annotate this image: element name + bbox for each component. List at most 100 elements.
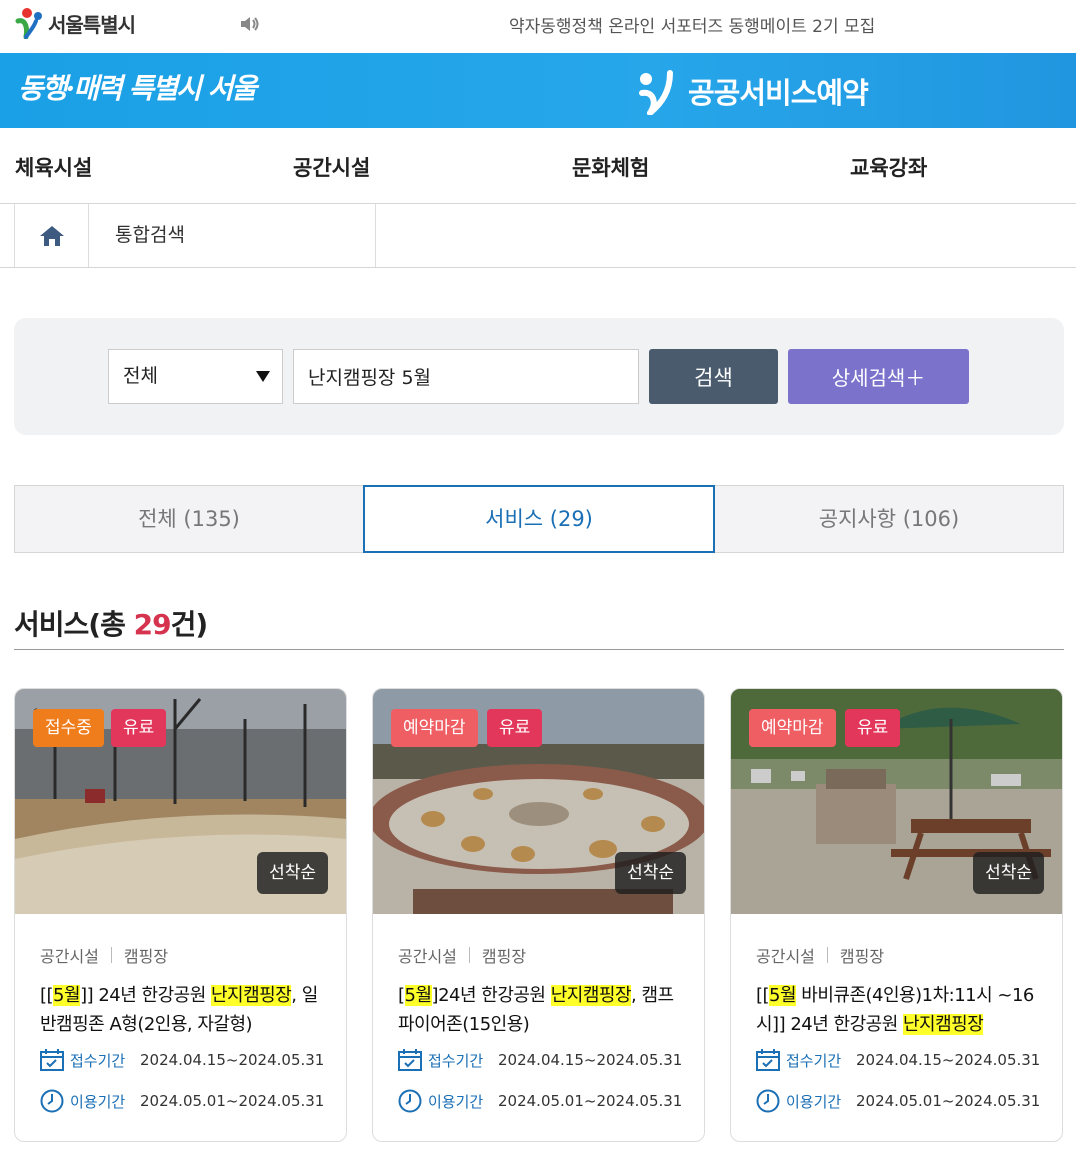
category-label: 공간시설 — [40, 947, 99, 966]
use-label: 이용기간 — [428, 1092, 484, 1111]
nav-item-sports[interactable]: 체육시설 — [15, 152, 92, 182]
category-divider — [468, 947, 470, 963]
card-title[interactable]: [[5월]] 24년 한강공원 난지캠핑장, 일반캠핑존 A형(2인용, 자갈형… — [40, 981, 330, 1039]
calendar-icon — [756, 1049, 780, 1071]
service-logo[interactable]: 공공서비스예약 — [636, 67, 869, 115]
title-highlight: 난지캠핑장 — [210, 985, 292, 1006]
use-period: 2024.05.01~2024.05.31 — [498, 1092, 683, 1110]
service-card[interactable]: 예약마감 유료 선착순 공간시설 캠핑장 [[5월 바비큐존(4인용)1차:11… — [730, 688, 1063, 1142]
order-badge: 선착순 — [257, 852, 328, 894]
order-badge: 선착순 — [615, 852, 686, 894]
card-category: 공간시설 캠핑장 — [756, 943, 884, 967]
use-period: 2024.05.01~2024.05.31 — [856, 1092, 1041, 1110]
use-period: 2024.05.01~2024.05.31 — [140, 1092, 325, 1110]
section-divider — [14, 649, 1064, 650]
advanced-search-button[interactable]: 상세검색＋ — [788, 349, 969, 404]
clock-icon — [40, 1089, 64, 1113]
category-select[interactable]: 전체 — [108, 349, 283, 404]
fee-badge: 유료 — [845, 709, 901, 747]
notice-ticker[interactable]: 약자동행정책 온라인 서포터즈 동행메이트 2기 모집 — [509, 12, 875, 37]
title-part: ]24년 한강공원 — [431, 985, 551, 1006]
breadcrumb: 통합검색 — [0, 204, 1076, 268]
use-period-row: 이용기간 2024.05.01~2024.05.31 — [40, 1089, 324, 1113]
nav-item-education[interactable]: 교육강좌 — [850, 152, 927, 182]
slogan: 동행·매력 특별시 서울 — [18, 72, 257, 105]
main-nav: 체육시설 공간시설 문화체험 교육강좌 — [0, 128, 1076, 204]
title-highlight: 난지캠핑장 — [550, 985, 632, 1006]
card-title[interactable]: [5월]24년 한강공원 난지캠핑장, 캠프파이어존(15인용) — [398, 981, 688, 1039]
category-label: 공간시설 — [398, 947, 457, 966]
apply-label: 접수기간 — [428, 1051, 484, 1070]
status-badge: 예약마감 — [749, 709, 836, 747]
dropdown-arrow-icon — [256, 371, 270, 382]
service-title: 공공서비스예약 — [688, 76, 869, 110]
subcategory-label: 캠핑장 — [123, 947, 169, 966]
card-photo: 예약마감 유료 선착순 — [731, 689, 1062, 914]
search-panel: 전체 검색 상세검색＋ — [14, 318, 1064, 435]
clock-icon — [398, 1089, 422, 1113]
title-highlight: 난지캠핑장 — [902, 1014, 984, 1035]
service-card[interactable]: 접수중 유료 선착순 공간시설 캠핑장 [[5월]] 24년 한강공원 난지캠핑… — [14, 688, 347, 1142]
speaker-icon[interactable] — [238, 14, 262, 34]
tab-notice[interactable]: 공지사항 (106) — [715, 486, 1063, 552]
clock-icon — [756, 1089, 780, 1113]
top-bar: 서울특별시 약자동행정책 온라인 서포터즈 동행메이트 2기 모집 — [0, 0, 1076, 53]
result-tabs: 전체 (135) 서비스 (29) 공지사항 (106) — [14, 485, 1064, 553]
status-badge: 접수중 — [33, 709, 104, 747]
fee-badge: 유료 — [487, 709, 543, 747]
card-photo: 예약마감 유료 선착순 — [373, 689, 704, 914]
calendar-icon — [398, 1049, 422, 1071]
home-icon — [39, 225, 64, 246]
apply-period: 2024.04.15~2024.05.31 — [856, 1051, 1041, 1069]
breadcrumb-current[interactable]: 통합검색 — [89, 204, 376, 267]
section-title: 서비스(총 29건) — [14, 603, 209, 643]
category-divider — [110, 947, 112, 963]
subcategory-label: 캠핑장 — [481, 947, 527, 966]
title-highlight: 5월 — [53, 985, 81, 1006]
tab-all[interactable]: 전체 (135) — [15, 486, 363, 552]
use-label: 이용기간 — [786, 1092, 842, 1111]
category-label: 공간시설 — [756, 947, 815, 966]
use-period-row: 이용기간 2024.05.01~2024.05.31 — [756, 1089, 1040, 1113]
apply-period-row: 접수기간 2024.04.15~2024.05.31 — [756, 1049, 1040, 1071]
order-badge: 선착순 — [973, 852, 1044, 894]
apply-label: 접수기간 — [70, 1051, 126, 1070]
use-label: 이용기간 — [70, 1092, 126, 1111]
title-part: 바비큐존(4인용)1차:11시 ~16시]] 24년 한강공원 — [756, 985, 1034, 1035]
home-button[interactable] — [14, 204, 89, 267]
apply-period: 2024.04.15~2024.05.31 — [140, 1051, 325, 1069]
search-input[interactable] — [293, 349, 639, 404]
apply-period-row: 접수기간 2024.04.15~2024.05.31 — [398, 1049, 682, 1071]
nav-item-space[interactable]: 공간시설 — [293, 152, 370, 182]
logo-text: 서울특별시 — [48, 12, 136, 37]
title-part: [[ — [756, 985, 770, 1006]
nav-item-culture[interactable]: 문화체험 — [572, 152, 649, 182]
title-highlight: 5월 — [404, 985, 432, 1006]
title-part: [[ — [40, 985, 54, 1006]
category-divider — [826, 947, 828, 963]
card-title[interactable]: [[5월 바비큐존(4인용)1차:11시 ~16시]] 24년 한강공원 난지캠… — [756, 981, 1046, 1039]
card-photo: 접수중 유료 선착순 — [15, 689, 346, 914]
fee-badge: 유료 — [111, 709, 167, 747]
section-title-prefix: 서비스(총 — [14, 608, 134, 641]
apply-period: 2024.04.15~2024.05.31 — [498, 1051, 683, 1069]
search-button[interactable]: 검색 — [649, 349, 778, 404]
title-part: ]] 24년 한강공원 — [80, 985, 211, 1006]
seoul-logo[interactable]: 서울특별시 — [14, 6, 136, 40]
service-card[interactable]: 예약마감 유료 선착순 공간시설 캠핑장 [5월]24년 한강공원 난지캠핑장,… — [372, 688, 705, 1142]
calendar-icon — [40, 1049, 64, 1071]
status-badge: 예약마감 — [391, 709, 478, 747]
subcategory-label: 캠핑장 — [839, 947, 885, 966]
card-category: 공간시설 캠핑장 — [398, 943, 526, 967]
apply-label: 접수기간 — [786, 1051, 842, 1070]
tab-service[interactable]: 서비스 (29) — [363, 485, 715, 553]
title-part: [ — [398, 985, 405, 1006]
category-select-value: 전체 — [123, 365, 158, 387]
card-category: 공간시설 캠핑장 — [40, 943, 168, 967]
section-title-suffix: 건) — [170, 608, 209, 641]
use-period-row: 이용기간 2024.05.01~2024.05.31 — [398, 1089, 682, 1113]
seoul-logo-icon — [15, 8, 42, 39]
apply-period-row: 접수기간 2024.04.15~2024.05.31 — [40, 1049, 324, 1071]
service-logo-icon — [639, 70, 673, 115]
result-count: 29 — [133, 608, 172, 641]
